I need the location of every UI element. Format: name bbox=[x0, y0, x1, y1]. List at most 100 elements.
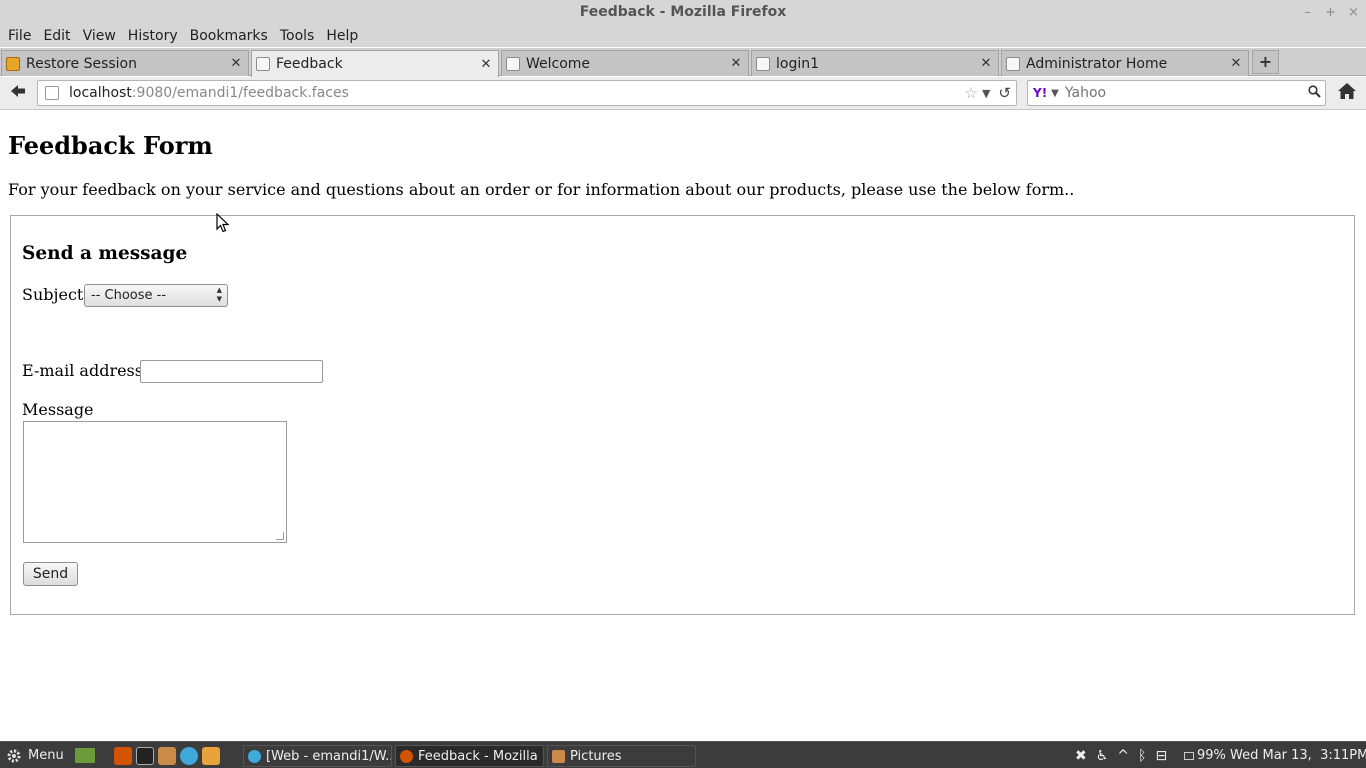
pictures-icon bbox=[552, 749, 565, 763]
form-title: Send a message bbox=[22, 243, 188, 264]
home-button[interactable] bbox=[1337, 82, 1359, 104]
engine-dropdown-icon[interactable]: ▼ bbox=[1051, 88, 1059, 99]
menu-file[interactable]: File bbox=[2, 28, 37, 44]
history-dropdown-icon[interactable]: ▼ bbox=[982, 87, 990, 100]
message-textarea[interactable] bbox=[23, 421, 287, 543]
restore-session-icon bbox=[6, 56, 20, 71]
new-tab-button[interactable]: + bbox=[1252, 50, 1279, 74]
close-tab-icon[interactable]: ✕ bbox=[978, 56, 994, 71]
system-tray: ✖ ♿ ^ ᛒ ⊟ bbox=[1075, 742, 1167, 768]
window-title: Feedback - Mozilla Firefox bbox=[579, 4, 787, 20]
search-icon[interactable] bbox=[1303, 84, 1325, 102]
page-icon bbox=[256, 57, 270, 71]
chromium-icon bbox=[248, 749, 261, 763]
back-button[interactable] bbox=[7, 83, 29, 103]
page-content: Feedback Form For your feedback on your … bbox=[0, 111, 1366, 741]
maximize-button[interactable]: + bbox=[1324, 0, 1337, 25]
intro-text: For your feedback on your service and qu… bbox=[8, 180, 1075, 199]
window-controls: – + × bbox=[1301, 0, 1360, 25]
menu-view[interactable]: View bbox=[77, 28, 122, 44]
tab-restore-session[interactable]: Restore Session ✕ bbox=[1, 50, 249, 76]
site-identity-icon[interactable] bbox=[45, 86, 59, 100]
eclipse-launcher-icon[interactable] bbox=[158, 746, 176, 765]
tab-welcome[interactable]: Welcome ✕ bbox=[501, 50, 749, 76]
tab-feedback[interactable]: Feedback ✕ bbox=[251, 50, 499, 77]
window-titlebar: Feedback - Mozilla Firefox – + × bbox=[0, 0, 1366, 25]
network-icon[interactable]: ⊟ bbox=[1155, 748, 1167, 764]
search-input[interactable] bbox=[1064, 85, 1303, 101]
tray-expand-icon[interactable]: ^ bbox=[1117, 748, 1129, 764]
start-menu-button[interactable]: Menu bbox=[6, 742, 64, 768]
menu-bookmarks[interactable]: Bookmarks bbox=[184, 28, 274, 44]
task-label: [Web - emandi1/W... bbox=[266, 748, 392, 764]
menu-history[interactable]: History bbox=[122, 28, 184, 44]
close-tab-icon[interactable]: ✕ bbox=[1228, 56, 1244, 71]
battery-icon bbox=[1184, 751, 1194, 760]
url-path: :9080/emandi1/feedback.faces bbox=[131, 85, 349, 101]
tab-strip: Restore Session ✕ Feedback ✕ Welcome ✕ l… bbox=[0, 48, 1366, 77]
task-pictures[interactable]: Pictures bbox=[547, 745, 696, 767]
bluetooth-icon[interactable]: ᛒ bbox=[1138, 748, 1146, 764]
page-icon bbox=[756, 56, 770, 71]
task-label: Pictures bbox=[570, 748, 622, 764]
desktop-icon bbox=[75, 748, 95, 763]
firefox-icon bbox=[400, 749, 413, 763]
page-icon bbox=[506, 56, 520, 71]
close-window-button[interactable]: × bbox=[1347, 0, 1360, 25]
menu-edit[interactable]: Edit bbox=[37, 28, 76, 44]
accessibility-icon[interactable]: ♿ bbox=[1096, 748, 1109, 764]
search-bar[interactable]: Y! ▼ bbox=[1027, 80, 1326, 106]
network-disabled-icon[interactable]: ✖ bbox=[1075, 748, 1087, 764]
gear-icon bbox=[7, 749, 21, 762]
quick-launchers bbox=[114, 742, 220, 768]
menu-bar: File Edit View History Bookmarks Tools H… bbox=[0, 25, 1366, 47]
select-arrows-icon: ▲ ▼ bbox=[216, 286, 222, 303]
firefox-launcher-icon[interactable] bbox=[114, 746, 132, 765]
blog-launcher-icon[interactable] bbox=[202, 746, 220, 765]
close-tab-icon[interactable]: ✕ bbox=[478, 57, 494, 72]
resize-grip-icon[interactable] bbox=[276, 532, 284, 540]
mouse-cursor-icon bbox=[216, 213, 230, 233]
task-web-emandi1[interactable]: [Web - emandi1/W... bbox=[243, 745, 392, 767]
feedback-form: Send a message Subject -- Choose -- ▲ ▼ E… bbox=[10, 215, 1355, 615]
close-tab-icon[interactable]: ✕ bbox=[728, 56, 744, 71]
close-tab-icon[interactable]: ✕ bbox=[228, 56, 244, 71]
subject-label: Subject bbox=[22, 285, 84, 304]
tab-label: Welcome bbox=[526, 55, 591, 72]
tab-administrator-home[interactable]: Administrator Home ✕ bbox=[1001, 50, 1249, 76]
url-host: localhost bbox=[69, 85, 132, 101]
tab-label: Feedback bbox=[276, 56, 343, 72]
clock[interactable]: Wed Mar 13, 3:11PM bbox=[1230, 742, 1366, 768]
send-button[interactable]: Send bbox=[23, 562, 78, 586]
url-text[interactable]: localhost:9080/emandi1/feedback.faces bbox=[69, 85, 965, 101]
taskbar: Menu [Web - emandi1/W... Feedback - Mozi… bbox=[0, 741, 1366, 768]
url-bar[interactable]: localhost:9080/emandi1/feedback.faces ☆ … bbox=[37, 80, 1017, 106]
menu-help[interactable]: Help bbox=[320, 28, 364, 44]
subject-select[interactable]: -- Choose -- ▲ ▼ bbox=[84, 284, 228, 307]
page-icon bbox=[1006, 56, 1020, 71]
yahoo-engine-icon[interactable]: Y! bbox=[1033, 86, 1047, 100]
tab-label: Restore Session bbox=[26, 55, 137, 72]
subject-selected-value: -- Choose -- bbox=[91, 288, 167, 303]
menu-tools[interactable]: Tools bbox=[274, 28, 321, 44]
tab-login1[interactable]: login1 ✕ bbox=[751, 50, 999, 76]
email-field[interactable] bbox=[140, 360, 323, 383]
bookmark-star-icon[interactable]: ☆ bbox=[965, 84, 978, 102]
show-desktop-button[interactable] bbox=[75, 742, 95, 768]
task-label: Feedback - Mozilla ... bbox=[418, 748, 544, 764]
menu-label: Menu bbox=[28, 748, 64, 763]
task-firefox-feedback[interactable]: Feedback - Mozilla ... bbox=[395, 745, 544, 767]
minimize-button[interactable]: – bbox=[1301, 0, 1314, 25]
message-label: Message bbox=[22, 400, 94, 419]
terminal-launcher-icon[interactable] bbox=[136, 746, 154, 765]
back-arrow-icon bbox=[11, 85, 25, 97]
battery-percent: 99% bbox=[1197, 748, 1226, 763]
battery-indicator[interactable]: 99% bbox=[1184, 742, 1226, 768]
tab-label: login1 bbox=[776, 55, 820, 72]
home-icon bbox=[1338, 83, 1356, 99]
navigation-bar: localhost:9080/emandi1/feedback.faces ☆ … bbox=[0, 77, 1366, 110]
email-label: E-mail address bbox=[22, 361, 143, 380]
tab-label: Administrator Home bbox=[1026, 55, 1168, 72]
reload-icon[interactable]: ↺ bbox=[998, 84, 1011, 102]
chromium-launcher-icon[interactable] bbox=[180, 746, 198, 765]
